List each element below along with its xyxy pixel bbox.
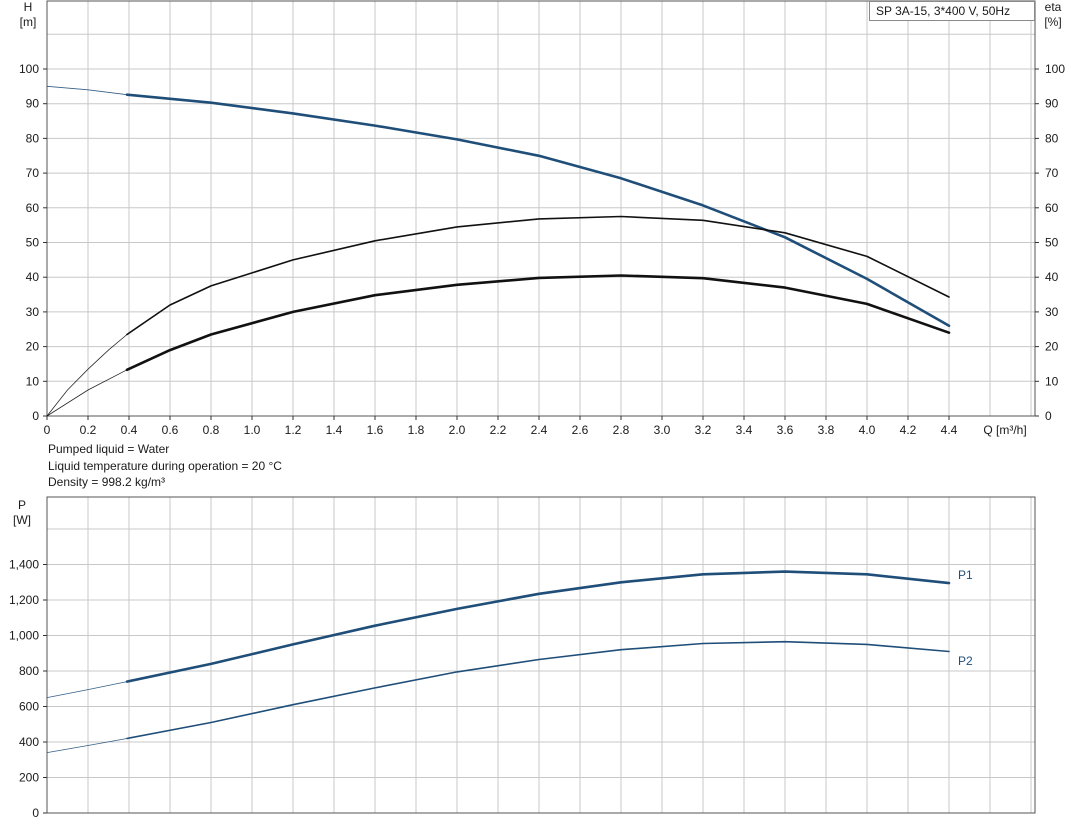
- x-tick-label: 4.0: [859, 423, 876, 437]
- x-tick-label: 1.8: [408, 423, 425, 437]
- eta-axis-label: eta: [1045, 0, 1062, 14]
- bottom-chart-ticks: 0 200 400 600 800 1,000 1,200 1,400: [9, 558, 47, 820]
- eta-tick-label: 40: [1045, 270, 1059, 284]
- h-tick-label: 40: [26, 270, 40, 284]
- p-axis-unit: [W]: [13, 513, 31, 527]
- eta-tick-label: 70: [1045, 166, 1059, 180]
- p2-series-label: P2: [958, 654, 973, 668]
- h-tick-label: 90: [26, 97, 40, 111]
- p-tick-label: 600: [19, 700, 39, 714]
- liquid-temperature-info: Liquid temperature during operation = 20…: [48, 459, 282, 473]
- h-axis-unit: [m]: [20, 15, 37, 29]
- top-head-extension: [46, 85, 128, 96]
- x-tick-label: 1.6: [367, 423, 384, 437]
- x-tick-label: 0.4: [121, 423, 138, 437]
- eta-tick-label: 90: [1045, 97, 1059, 111]
- pump-model-label: SP 3A-15, 3*400 V, 50Hz: [869, 1, 1035, 21]
- bottom-chart-grid: [46, 497, 1035, 813]
- density-info: Density = 998.2 kg/m³: [48, 475, 166, 489]
- x-tick-label: 2.4: [531, 423, 548, 437]
- x-tick-label: 0: [44, 423, 51, 437]
- x-tick-label: 3.4: [736, 423, 753, 437]
- bottom-chart-frame: [46, 496, 1036, 814]
- h-tick-label: 30: [26, 305, 40, 319]
- x-tick-label: 3.8: [818, 423, 835, 437]
- h-tick-label: 0: [32, 409, 39, 423]
- top-chart-frame: [46, 0, 1036, 417]
- x-tick-label: 0.2: [80, 423, 97, 437]
- p-tick-label: 200: [19, 771, 39, 785]
- x-tick-label: 1.0: [244, 423, 261, 437]
- x-tick-label: 1.4: [326, 423, 343, 437]
- p-axis-label: P: [18, 498, 26, 512]
- p-tick-label: 800: [19, 664, 39, 678]
- bottom-P2-extension: [46, 738, 128, 753]
- eta-tick-label: 100: [1045, 62, 1065, 76]
- pump-curve-charts: 0 0.2 0.4 0.6 0.8 1.0 1.2 1.4 1.6 1.8 2.0 2.2 2.4 2.6…: [9, 0, 1065, 820]
- p-tick-label: 0: [32, 806, 39, 820]
- eta-axis-unit: [%]: [1044, 15, 1061, 29]
- x-tick-label: 0.6: [162, 423, 179, 437]
- h-tick-label: 70: [26, 166, 40, 180]
- x-tick-label: 4.4: [941, 423, 958, 437]
- eta-tick-label: 10: [1045, 374, 1059, 388]
- eta-tick-label: 60: [1045, 201, 1059, 215]
- x-tick-label: 2.0: [449, 423, 466, 437]
- eta-tick-label: 80: [1045, 131, 1059, 145]
- h-tick-label: 100: [19, 62, 39, 76]
- x-tick-label: 3.2: [695, 423, 712, 437]
- x-tick-label: 2.6: [572, 423, 589, 437]
- x-tick-label: 4.2: [900, 423, 917, 437]
- p-tick-label: 1,200: [9, 593, 39, 607]
- p-tick-label: 1,000: [9, 629, 39, 643]
- h-axis-label: H: [24, 0, 33, 14]
- eta-tick-label: 50: [1045, 236, 1059, 250]
- h-tick-label: 10: [26, 374, 40, 388]
- x-tick-label: 3.6: [777, 423, 794, 437]
- eta-tick-label: 20: [1045, 340, 1059, 354]
- eta-tick-label: 0: [1045, 409, 1052, 423]
- bottom-plot-frame: [46, 496, 1036, 814]
- x-tick-label: 3.0: [654, 423, 671, 437]
- x-tick-label: 2.8: [613, 423, 630, 437]
- pumped-liquid-info: Pumped liquid = Water: [48, 442, 170, 456]
- p-tick-label: 400: [19, 735, 39, 749]
- h-tick-label: 80: [26, 131, 40, 145]
- x-tick-label: 2.2: [490, 423, 507, 437]
- q-axis-label: Q [m³/h]: [983, 423, 1026, 437]
- h-tick-label: 50: [26, 236, 40, 250]
- top-chart-grid: [46, 1, 1035, 416]
- h-tick-label: 60: [26, 201, 40, 215]
- h-tick-label: 20: [26, 340, 40, 354]
- x-tick-label: 1.2: [285, 423, 302, 437]
- p1-series-label: P1: [958, 568, 973, 582]
- top-plot-frame: [46, 0, 1036, 417]
- bottom-P1-extension: [46, 681, 128, 698]
- top-eta-2-extension: [46, 369, 128, 417]
- eta-tick-label: 30: [1045, 305, 1059, 319]
- x-tick-label: 0.8: [203, 423, 220, 437]
- p-tick-label: 1,400: [9, 558, 39, 572]
